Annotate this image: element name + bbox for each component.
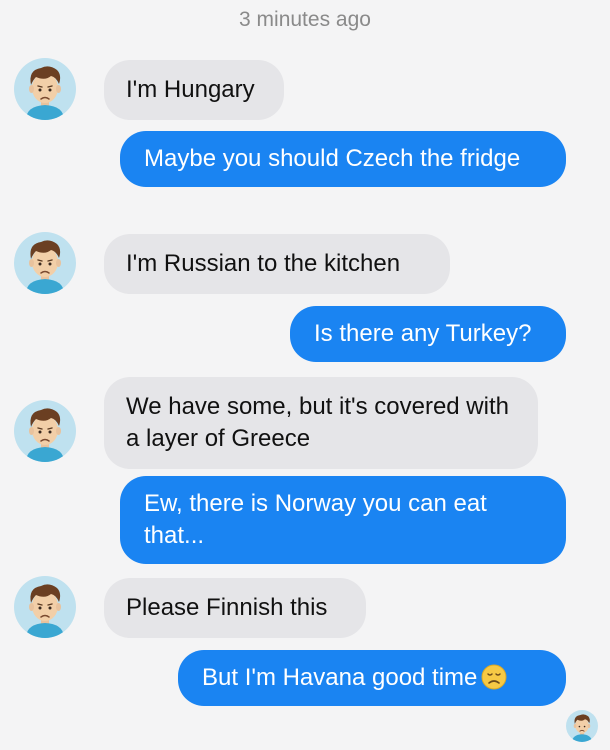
contact-avatar[interactable] (14, 400, 76, 462)
message-text: Maybe you should Czech the fridge (144, 145, 521, 172)
incoming-message-bubble[interactable]: I'm Hungary (104, 60, 284, 120)
sad-face-emoji-icon (481, 664, 507, 690)
message-text: But I'm Havana good time (202, 664, 478, 691)
message-text: Ew, there is Norway you can eat that... (144, 490, 487, 549)
incoming-message-bubble[interactable]: Please Finnish this (104, 578, 366, 638)
outgoing-message-bubble[interactable]: But I'm Havana good time (178, 650, 566, 706)
sad-boy-avatar-icon (26, 584, 64, 638)
outgoing-message-bubble[interactable]: Maybe you should Czech the fridge (120, 131, 566, 187)
read-receipt-avatar (566, 710, 598, 742)
message-text: I'm Russian to the kitchen (126, 250, 401, 277)
incoming-message-bubble[interactable]: I'm Russian to the kitchen (104, 234, 450, 294)
outgoing-message-bubble[interactable]: Is there any Turkey? (290, 306, 566, 362)
message-text: Please Finnish this (126, 594, 328, 621)
incoming-message-bubble[interactable]: We have some, but it's covered with a la… (104, 377, 538, 469)
sad-boy-avatar-icon (26, 240, 64, 294)
message-text: I'm Hungary (126, 76, 255, 103)
message-text: Is there any Turkey? (314, 320, 532, 347)
contact-avatar[interactable] (14, 232, 76, 294)
message-timestamp: 3 minutes ago (239, 8, 371, 31)
sad-boy-avatar-icon (26, 66, 64, 120)
contact-avatar[interactable] (14, 576, 76, 638)
sad-boy-avatar-icon (572, 714, 592, 742)
outgoing-message-bubble[interactable]: Ew, there is Norway you can eat that... (120, 476, 566, 564)
message-text: We have some, but it's covered with a la… (126, 393, 509, 452)
sad-boy-avatar-icon (26, 408, 64, 462)
contact-avatar[interactable] (14, 58, 76, 120)
